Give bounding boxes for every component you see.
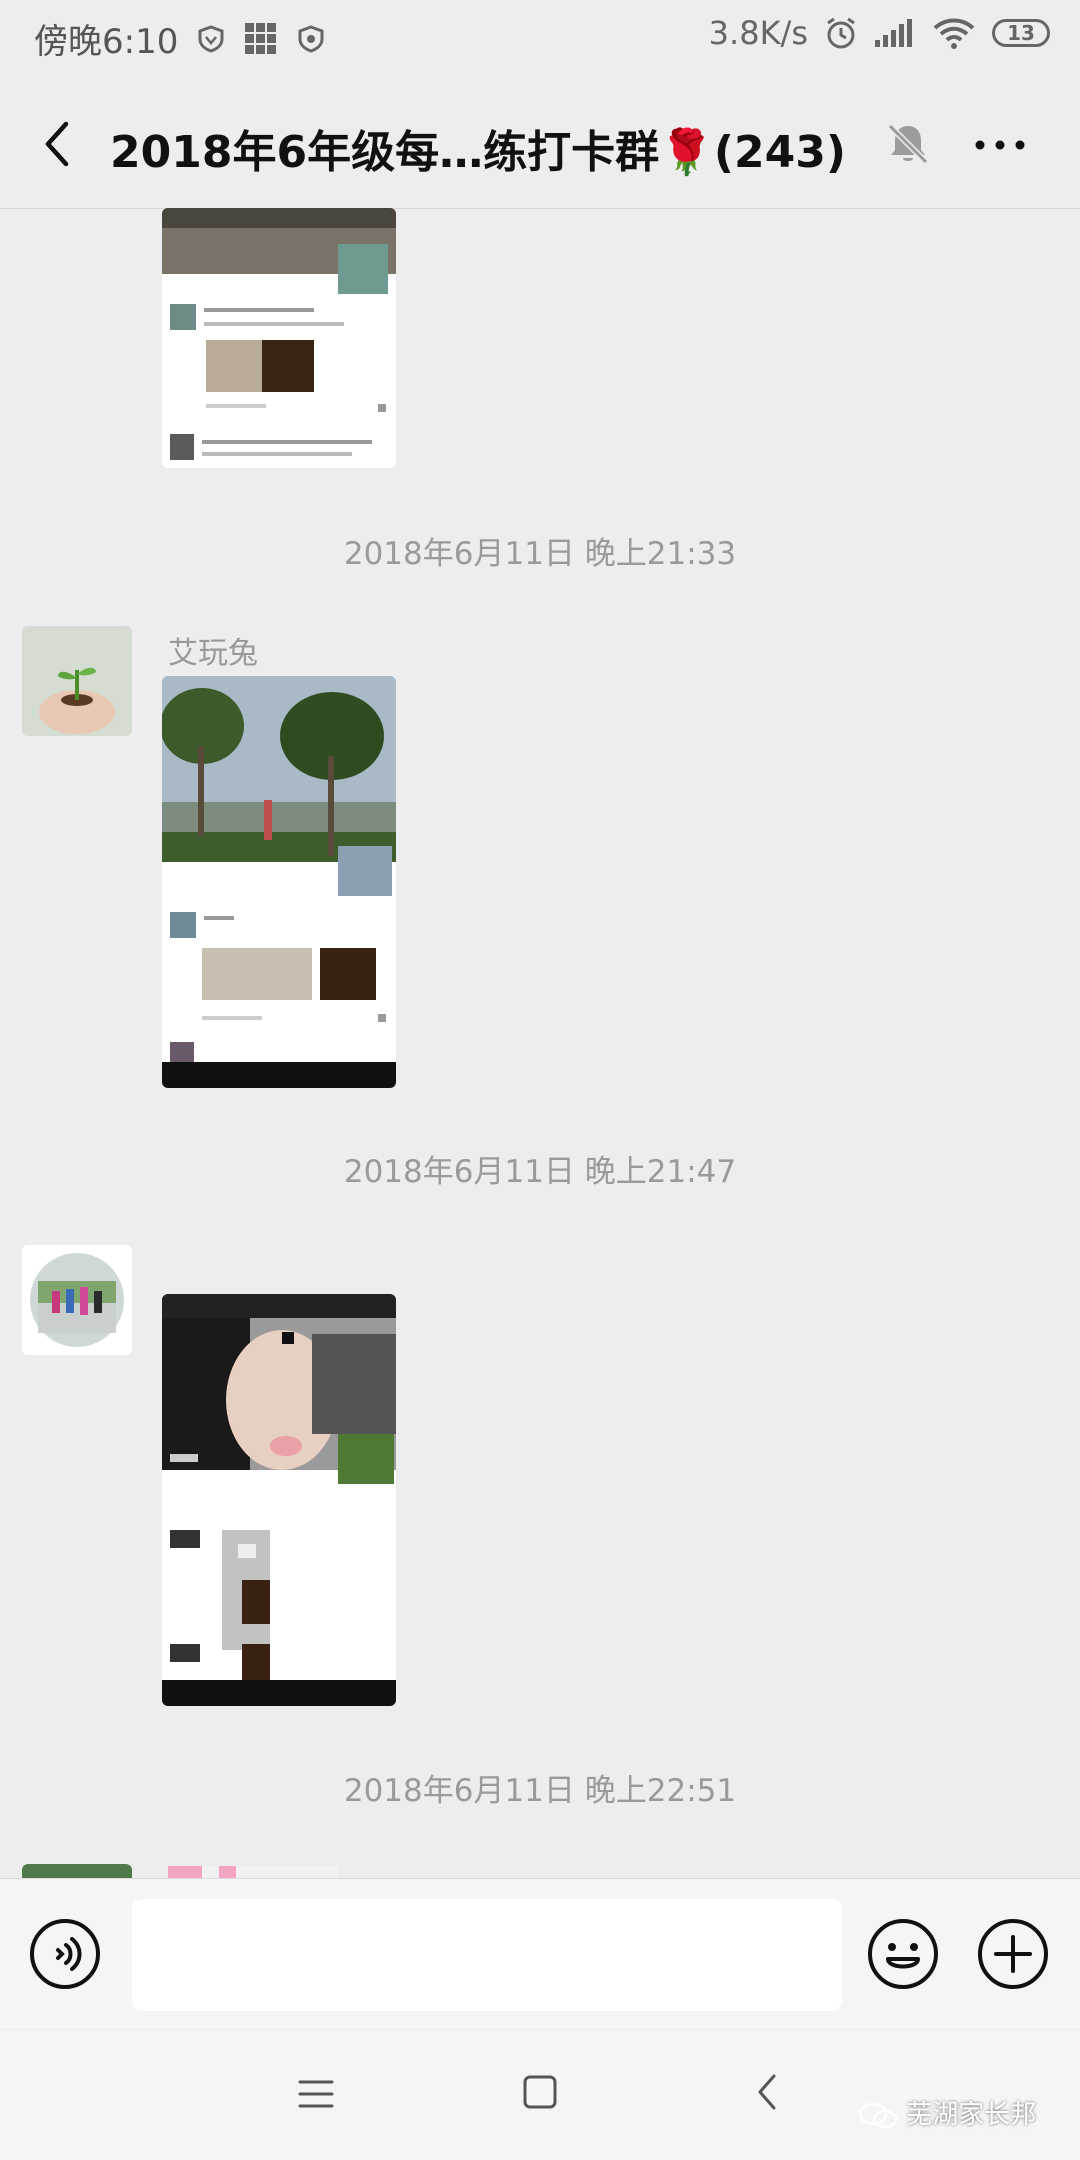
avatar[interactable] (22, 1245, 132, 1355)
chat-title[interactable]: 2018年6年级每…练打卡群🌹(243) (110, 116, 846, 180)
plus-icon[interactable] (976, 1917, 1050, 1991)
wifi-icon (933, 18, 975, 49)
apps-grid-icon (245, 22, 277, 54)
alarm-icon (827, 17, 855, 49)
status-right: 3.8K/s 13 (709, 14, 1050, 52)
system-nav-bar: 芜湖家长邦 (0, 2030, 1080, 2160)
avatar-image (22, 1245, 132, 1355)
timestamp: 2018年6月11日 晚上22:51 (343, 1773, 737, 1809)
watermark: 芜湖家长邦 (858, 2094, 1036, 2131)
image-message[interactable] (162, 1294, 396, 1706)
chat-header: 2018年6年级每…练打卡群🌹(243) (0, 80, 1080, 209)
avatar[interactable] (22, 626, 132, 736)
sender-name-emoji (168, 1866, 338, 1878)
voice-icon[interactable] (28, 1917, 102, 1991)
nav-back-icon[interactable] (752, 2072, 782, 2112)
shield-check-icon (298, 24, 324, 53)
screenshot-thumbnail (162, 208, 396, 468)
image-message[interactable] (162, 676, 396, 1088)
home-icon[interactable] (522, 2074, 558, 2110)
image-message[interactable] (162, 208, 396, 468)
screenshot-thumbnail (162, 676, 396, 1088)
screenshot-thumbnail (162, 1294, 396, 1706)
net-speed: 3.8K/s (708, 14, 808, 52)
menu-icon[interactable] (296, 2074, 336, 2114)
message-input[interactable] (132, 1899, 842, 2011)
sender-name: 艾玩兔 (168, 636, 258, 671)
status-left: 傍晚6:10 (34, 14, 326, 63)
timestamp: 2018年6月11日 晚上21:33 (343, 536, 737, 572)
input-bar (0, 1878, 1080, 2029)
avatar[interactable] (22, 1864, 132, 1878)
signal-icon (875, 19, 912, 47)
watermark-text: 芜湖家长邦 (906, 2100, 1037, 2130)
avatar-image (22, 626, 132, 736)
back-arrow-icon[interactable] (30, 114, 90, 174)
status-time: 傍晚6:10 (34, 22, 179, 62)
bell-off-icon (887, 123, 929, 165)
shield-icon (198, 24, 224, 53)
wechat-icon (858, 2102, 898, 2128)
emoji-icon[interactable] (866, 1917, 940, 1991)
more-dots-icon[interactable] (970, 120, 1030, 170)
status-bar: 傍晚6:10 3.8K/s 13 (0, 0, 1080, 80)
timestamp: 2018年6月11日 晚上21:47 (343, 1154, 737, 1190)
battery-indicator: 13 (992, 19, 1050, 47)
